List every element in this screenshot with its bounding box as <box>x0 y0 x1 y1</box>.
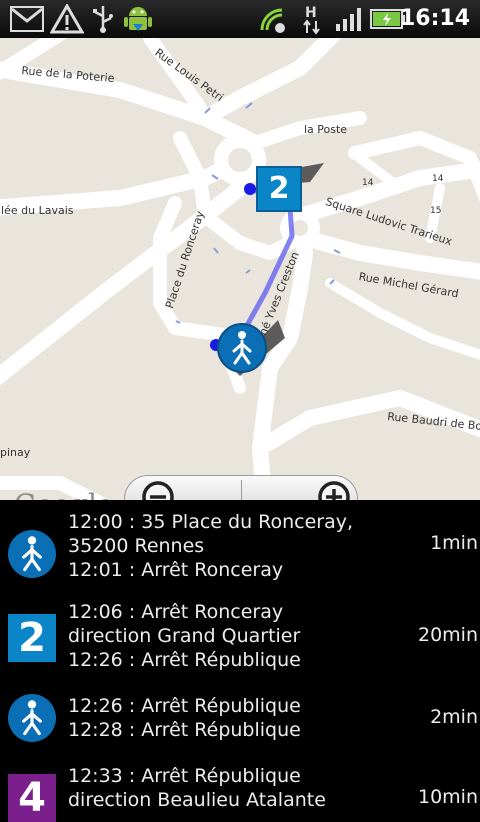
street-label: llée du Lavais <box>0 204 74 217</box>
warning-icon <box>50 3 84 35</box>
usb-icon <box>90 3 116 35</box>
status-bar: H 16:14 <box>0 0 480 38</box>
status-clock: 16:14 <box>399 6 470 31</box>
zoom-in-icon <box>317 481 350 500</box>
hspa-icon: H <box>300 3 324 35</box>
step-duration: 2min <box>430 706 478 728</box>
step-line: direction Beaulieu Atalante <box>68 789 326 811</box>
google-logo: Google <box>14 488 114 500</box>
itinerary-step[interactable]: 12:26 : Arrêt République 12:28 : Arrêt R… <box>0 694 480 754</box>
signal-icon <box>334 3 364 35</box>
svg-text:H: H <box>305 5 317 21</box>
house-number: 14 <box>432 174 444 184</box>
house-number: 15 <box>430 206 442 216</box>
android-debug-icon <box>120 3 156 35</box>
route-map[interactable]: Rue de la Poterie Rue Louis Petri la Pos… <box>0 38 480 500</box>
itinerary-list: 12:00 : 35 Place du Ronceray, 35200 Renn… <box>0 500 480 822</box>
zoom-in-button[interactable] <box>242 476 358 500</box>
walk-icon <box>232 331 252 365</box>
bus-line-icon: 2 <box>8 614 56 662</box>
walk-marker[interactable] <box>217 323 267 373</box>
zoom-out-icon <box>142 481 174 500</box>
street-label: pinay <box>0 446 31 459</box>
step-line: direction Grand Quartier <box>68 625 301 647</box>
poi-label: la Poste <box>304 123 348 136</box>
step-line: 12:26 : Arrêt République <box>68 649 301 671</box>
step-line: 12:26 : Arrêt République <box>68 695 301 717</box>
walk-icon <box>8 530 56 578</box>
step-line: 12:28 : Arrêt République <box>68 719 301 741</box>
step-line: 12:00 : 35 Place du Ronceray, <box>68 511 354 533</box>
walk-icon <box>8 694 56 742</box>
step-line: 12:01 : Arrêt Ronceray <box>68 559 284 581</box>
step-line: 35200 Rennes <box>68 535 205 557</box>
itinerary-step[interactable]: 12:00 : 35 Place du Ronceray, 35200 Renn… <box>0 510 480 592</box>
gmail-icon <box>10 3 44 35</box>
itinerary-step[interactable]: 4 12:33 : Arrêt République direction Bea… <box>0 764 480 822</box>
bus-line-icon: 4 <box>8 774 56 822</box>
wifi-sync-icon <box>256 3 290 35</box>
step-line: 12:33 : Arrêt République <box>68 765 301 787</box>
step-duration: 20min <box>417 624 478 646</box>
step-duration: 1min <box>430 532 478 554</box>
map-streets-layer <box>0 38 480 500</box>
zoom-controls <box>124 475 358 500</box>
step-duration: 10min <box>417 786 478 808</box>
step-line: 12:06 : Arrêt Ronceray <box>68 601 284 623</box>
itinerary-step[interactable]: 2 12:06 : Arrêt Ronceray direction Grand… <box>0 600 480 682</box>
house-number: 14 <box>362 178 374 188</box>
bus-stop-marker[interactable]: 2 <box>256 166 302 212</box>
zoom-out-button[interactable] <box>125 476 241 500</box>
route-line <box>214 185 295 351</box>
